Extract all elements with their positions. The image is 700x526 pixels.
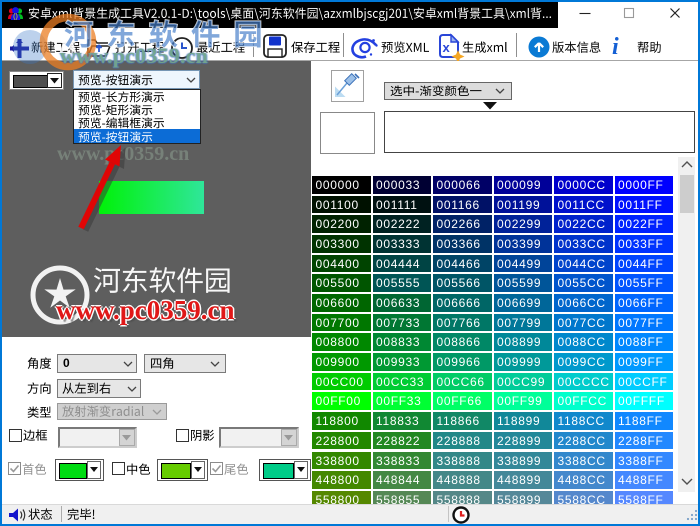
svg-text:x: x [443, 40, 451, 55]
